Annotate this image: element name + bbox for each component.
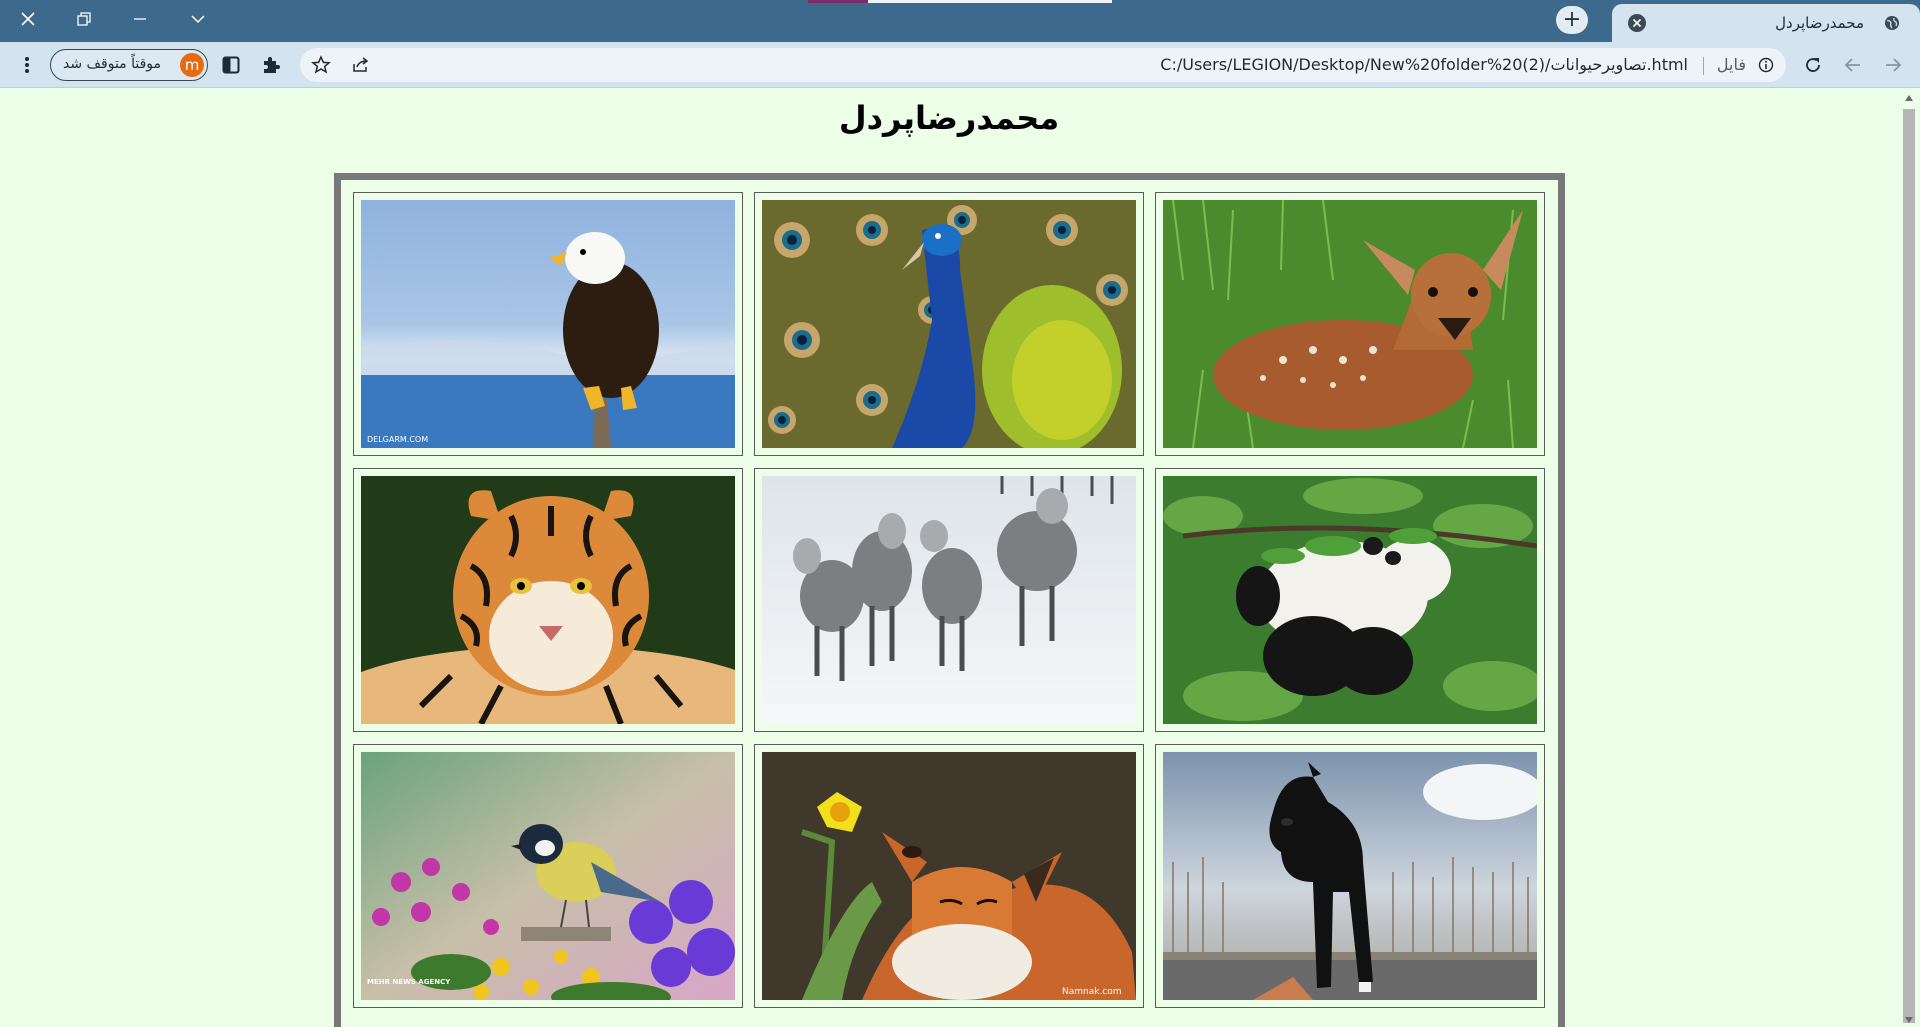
share-icon [353,57,369,72]
tab-close-button[interactable] [1628,14,1646,32]
image-watermark: MEHR NEWS AGENCY [367,978,451,986]
reload-icon [1806,58,1820,72]
reload-button[interactable] [1800,52,1826,78]
gallery-cell-peacock [754,192,1144,456]
animal-gallery: DELGARM.COM MEHR NEWS AGENCY Namnak.com [334,173,1565,1027]
back-button[interactable] [1840,52,1866,78]
url-text[interactable]: C:/Users/LEGION/Desktop/New%20folder%20(… [1160,55,1688,74]
close-icon [21,12,35,26]
arrow-left-icon [1844,58,1860,72]
page-title: محمدرضاپردل [838,99,1060,137]
scroll-up-arrow-icon[interactable] [1905,95,1913,101]
chevron-down-icon [191,15,205,24]
gallery-cell-tiger [353,468,743,732]
tab-strip-indicator-accent [808,0,868,3]
restore-icon [77,12,91,26]
window-close-button[interactable] [0,0,56,38]
info-icon[interactable] [1758,57,1774,73]
panda-image[interactable] [1163,476,1537,724]
gallery-cell-wolves [754,468,1144,732]
gallery-cell-horse [1155,744,1545,1008]
side-panel-icon [222,56,240,74]
new-tab-button[interactable]: + [1556,6,1588,34]
image-watermark: Namnak.com [1062,987,1122,997]
puzzle-icon [264,57,280,73]
active-tab[interactable]: محمدرضاپردل [1612,4,1920,42]
fox-image[interactable]: Namnak.com [762,752,1136,1000]
more-vertical-icon [25,57,29,73]
scrollbar-thumb[interactable] [1903,109,1915,1023]
address-separator [1703,57,1704,75]
tab-title: محمدرضاپردل [1775,14,1864,32]
profile-status-label: موقتاً متوقف شد [63,56,162,72]
eagle-image[interactable]: DELGARM.COM [361,200,735,448]
address-bar[interactable]: C:/Users/LEGION/Desktop/New%20folder%20(… [300,48,1786,82]
url-scheme-label: فایل [1716,55,1746,74]
browser-menu-button[interactable] [14,52,40,78]
gallery-cell-eagle: DELGARM.COM [353,192,743,456]
globe-icon [1885,16,1899,30]
bird-image[interactable]: MEHR NEWS AGENCY [361,752,735,1000]
gallery-cell-bird: MEHR NEWS AGENCY [353,744,743,1008]
gallery-cell-panda [1155,468,1545,732]
image-watermark: DELGARM.COM [367,435,428,444]
extensions-button[interactable] [258,52,284,78]
gallery-cell-deer [1155,192,1545,456]
minimize-icon [134,18,146,20]
page-viewport: محمدرضاپردل DELGARM.COM MEHR NEWS AGENCY… [0,89,1898,1027]
side-panel-button[interactable] [218,52,244,78]
gallery-cell-fox: Namnak.com [754,744,1144,1008]
share-button[interactable] [348,52,374,78]
avatar: m [180,53,204,77]
arrow-right-icon [1886,58,1902,72]
peacock-image[interactable] [762,200,1136,448]
profile-button[interactable]: موقتاً متوقف شد m [50,49,208,81]
wolves-image[interactable] [762,476,1136,724]
tab-search-button[interactable] [170,0,226,38]
scroll-down-arrow-icon[interactable] [1905,1017,1913,1023]
page-scrollbar[interactable] [1898,89,1920,1027]
window-minimize-button[interactable] [112,0,168,38]
browser-title-bar: + محمدرضاپردل [0,0,1920,42]
star-icon [311,55,331,74]
bookmark-button[interactable] [308,52,334,78]
window-restore-button[interactable] [56,0,112,38]
forward-button[interactable] [1880,52,1906,78]
deer-image[interactable] [1163,200,1537,448]
horse-image[interactable] [1163,752,1537,1000]
plus-icon: + [1562,7,1582,32]
browser-toolbar: موقتاً متوقف شد m C:/Users/LEGION/Deskto… [0,42,1920,88]
close-icon [1632,18,1642,28]
tiger-image[interactable] [361,476,735,724]
